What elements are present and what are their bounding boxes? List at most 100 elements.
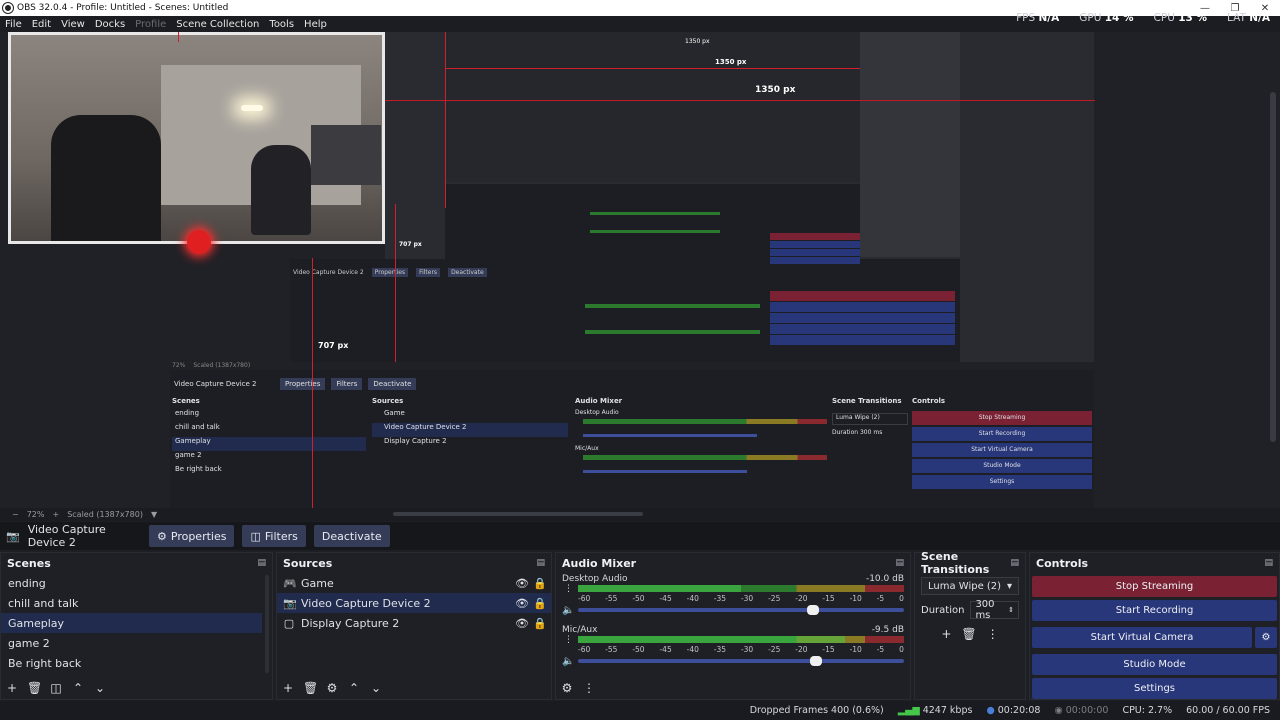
add-icon[interactable]: + xyxy=(941,627,951,641)
mixer-channel-mic: Mic/Aux -9.5 dB ⋮ -60 -55 -50 -45 -40 -35 -30 -2… xyxy=(556,624,910,667)
scenes-scrollbar[interactable] xyxy=(265,575,269,673)
menu-docks[interactable]: Docks xyxy=(90,19,130,30)
volume-slider[interactable]: 🔈 xyxy=(562,604,904,616)
eye-icon[interactable]: 👁 xyxy=(515,577,529,590)
deactivate-button[interactable]: Deactivate xyxy=(313,525,390,547)
record-icon: ◉ xyxy=(1054,705,1063,716)
move-down-icon[interactable]: ⌄ xyxy=(93,681,107,695)
add-icon[interactable]: + xyxy=(5,681,19,695)
trash-icon[interactable]: 🗑 xyxy=(27,681,42,695)
transition-select[interactable]: Luma Wipe (2) ▾ xyxy=(921,577,1019,595)
scene-item[interactable]: Be right back xyxy=(1,653,272,673)
speaker-icon[interactable]: 🔈 xyxy=(562,656,574,667)
nested-source-toolbar: Video Capture Device 2 Properties Filter… xyxy=(174,377,417,391)
volume-slider[interactable]: 🔈 xyxy=(562,655,904,667)
zoom-in-icon[interactable]: + xyxy=(52,510,59,519)
mixer-toolbar: ⚙ ⋮ xyxy=(560,681,596,695)
performance-stats: FPS N/A GPU 14 % CPU 13 % LAT N/A xyxy=(1016,12,1270,24)
menu-tools[interactable]: Tools xyxy=(264,19,299,30)
spinner-icon[interactable]: ⇕ xyxy=(1008,606,1014,614)
sources-dock: Sources ▤ 🎮 Game 👁 🔒 📷 Video Capture Devi… xyxy=(276,552,552,700)
start-virtual-camera-button[interactable]: Start Virtual Camera xyxy=(1032,627,1252,648)
meter-ticks: -60 -55 -50 -45 -40 -35 -30 -25 -20 -15 -10 -5 0 xyxy=(578,593,904,603)
recursive-screen-inner xyxy=(445,32,860,182)
recursive-panel xyxy=(860,32,960,257)
preview-canvas[interactable]: Video Capture Device 2 Properties Filter… xyxy=(0,32,1280,508)
undock-icon[interactable]: ▤ xyxy=(257,558,266,568)
menu-edit[interactable]: Edit xyxy=(27,19,56,30)
measure-line xyxy=(312,258,313,508)
source-item[interactable]: 🎮 Game 👁 🔒 xyxy=(277,573,551,593)
kebab-menu-icon[interactable]: ⋮ xyxy=(582,681,596,695)
measure-label: 707 px xyxy=(318,341,349,350)
lock-icon[interactable]: 🔒 xyxy=(533,597,547,610)
eye-icon[interactable]: 👁 xyxy=(515,597,529,610)
zoom-level[interactable]: 72% xyxy=(27,510,45,519)
menu-help[interactable]: Help xyxy=(299,19,332,30)
trash-icon[interactable]: 🗑 xyxy=(303,681,318,695)
source-item[interactable]: ▢ Display Capture 2 👁 🔒 xyxy=(277,613,551,633)
eye-icon[interactable]: 👁 xyxy=(515,617,529,630)
menu-view[interactable]: View xyxy=(56,19,90,30)
start-recording-button[interactable]: Start Recording xyxy=(1032,600,1277,621)
channel-name: Desktop Audio xyxy=(562,574,628,584)
measure-label: 1350 px xyxy=(685,38,710,45)
scale-dropdown-icon[interactable]: ▼ xyxy=(151,510,157,519)
preview-empty-area xyxy=(1094,32,1270,508)
move-up-icon[interactable]: ⌃ xyxy=(71,681,85,695)
move-up-icon[interactable]: ⌃ xyxy=(347,681,361,695)
menu-scene-collection[interactable]: Scene Collection xyxy=(171,19,264,30)
stop-streaming-button[interactable]: Stop Streaming xyxy=(1032,576,1277,597)
zoom-out-icon[interactable]: − xyxy=(12,510,19,519)
add-icon[interactable]: + xyxy=(281,681,295,695)
nested-mixer-inner xyxy=(590,202,720,242)
signal-bars-icon: ▂▄▆ xyxy=(897,705,920,716)
speaker-icon[interactable]: 🔈 xyxy=(562,605,574,616)
lock-icon[interactable]: 🔒 xyxy=(533,617,547,630)
source-item-selected[interactable]: 📷 Video Capture Device 2 👁 🔒 xyxy=(277,593,551,613)
record-time: ◉ 00:00:00 xyxy=(1054,705,1109,716)
menu-profile[interactable]: Profile xyxy=(130,19,171,30)
scene-item[interactable]: chill and talk xyxy=(1,593,272,613)
gear-icon[interactable]: ⚙ xyxy=(325,681,339,695)
duration-input[interactable]: 300 ms ⇕ xyxy=(970,599,1019,621)
settings-button[interactable]: Settings xyxy=(1032,678,1277,699)
selected-source: 📷 Video Capture Device 2 xyxy=(6,523,141,549)
undock-icon[interactable]: ▤ xyxy=(895,558,904,568)
lock-icon[interactable]: 🔒 xyxy=(533,577,547,590)
undock-icon[interactable]: ▤ xyxy=(1264,558,1273,568)
window-title: OBS 32.0.4 - Profile: Untitled - Scenes:… xyxy=(17,3,229,13)
preview-scrollbar[interactable] xyxy=(1270,92,1276,442)
slider-knob[interactable] xyxy=(810,656,823,666)
studio-mode-button[interactable]: Studio Mode xyxy=(1032,654,1277,675)
menu-file[interactable]: File xyxy=(0,19,27,30)
trash-icon[interactable]: 🗑 xyxy=(961,627,976,641)
slider-knob[interactable] xyxy=(806,605,819,615)
controls-title: Controls xyxy=(1036,556,1089,570)
audio-mixer-dock: Audio Mixer ▤ Desktop Audio -10.0 dB ⋮ -60… xyxy=(555,552,911,700)
horizontal-scrollbar[interactable] xyxy=(393,512,643,516)
undock-icon[interactable]: ▤ xyxy=(536,558,545,568)
scene-transitions-dock: Scene Transitions ▤ Luma Wipe (2) ▾ Durati… xyxy=(914,550,1026,700)
camera-icon: 📷 xyxy=(283,596,297,610)
gear-icon[interactable]: ⚙ xyxy=(560,681,574,695)
filters-button[interactable]: ◫ Filters xyxy=(242,525,306,547)
monitor-icon: ▢ xyxy=(283,616,295,630)
kebab-menu-icon[interactable]: ⋮ xyxy=(564,584,573,594)
properties-button[interactable]: ⚙ Properties xyxy=(149,525,235,547)
filter-icon[interactable]: ◫ xyxy=(49,681,63,695)
cpu-stat: CPU 13 % xyxy=(1153,12,1208,24)
webcam-feed[interactable] xyxy=(8,32,385,244)
scene-item-selected[interactable]: Gameplay xyxy=(1,613,262,633)
move-down-icon[interactable]: ⌄ xyxy=(369,681,383,695)
virtual-camera-settings-button[interactable]: ⚙ xyxy=(1255,627,1277,648)
kebab-menu-icon[interactable]: ⋮ xyxy=(987,627,999,641)
volume-meter xyxy=(578,636,904,643)
transitions-title: Scene Transitions xyxy=(921,550,990,576)
scale-label: Scaled (1387x780) xyxy=(67,510,143,519)
scene-item[interactable]: game 2 xyxy=(1,633,272,653)
scene-item[interactable]: ending xyxy=(1,573,272,593)
undock-icon[interactable]: ▤ xyxy=(1010,558,1019,568)
kebab-menu-icon[interactable]: ⋮ xyxy=(564,635,573,645)
mixer-title: Audio Mixer xyxy=(562,556,637,570)
